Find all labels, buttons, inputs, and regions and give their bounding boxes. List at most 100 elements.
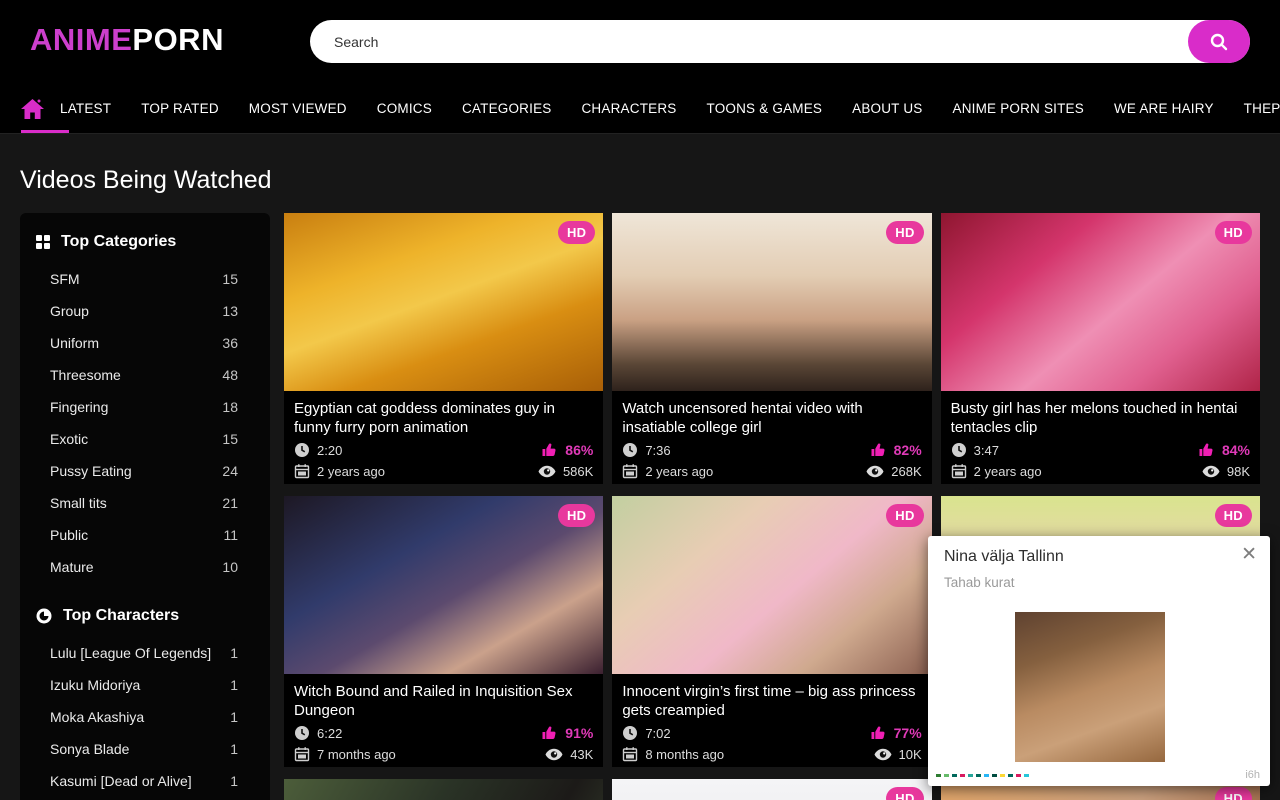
video-duration: 3:47 — [974, 443, 999, 458]
search-button[interactable] — [1188, 20, 1250, 63]
eye-icon — [866, 465, 884, 478]
category-item[interactable]: SFM15 — [36, 263, 254, 295]
video-age: 2 years ago — [645, 464, 713, 479]
category-count: 48 — [222, 367, 254, 383]
character-count: 1 — [230, 677, 254, 693]
hd-badge: HD — [886, 504, 923, 527]
video-thumbnail[interactable]: HD — [612, 213, 931, 391]
video-likes: 82% — [894, 442, 922, 458]
category-count: 15 — [222, 431, 254, 447]
search-input[interactable] — [310, 20, 1250, 63]
video-card[interactable]: HD Witch Bound and Railed in Inquisition… — [284, 496, 603, 767]
video-title[interactable]: Egyptian cat goddess dominates guy in fu… — [294, 399, 593, 437]
video-card[interactable]: HD Innocent virgin’s first time – big as… — [612, 496, 931, 767]
nav-item-about-us[interactable]: ABOUT US — [837, 84, 937, 133]
category-item[interactable]: Fingering18 — [36, 391, 254, 423]
video-thumbnail[interactable]: HD — [612, 496, 931, 674]
nav-item-comics[interactable]: COMICS — [362, 84, 447, 133]
thumbs-up-icon — [541, 725, 558, 741]
video-title[interactable]: Innocent virgin’s first time – big ass p… — [622, 682, 921, 720]
search-form — [310, 20, 1250, 63]
search-icon — [1208, 31, 1230, 53]
calendar-icon — [951, 463, 967, 479]
character-icon — [36, 608, 52, 624]
category-count: 36 — [222, 335, 254, 351]
category-item[interactable]: Uniform36 — [36, 327, 254, 359]
character-item[interactable]: Moka Akashiya1 — [36, 701, 254, 733]
hd-badge: HD — [1215, 504, 1252, 527]
video-duration: 6:22 — [317, 726, 342, 741]
video-info: Witch Bound and Railed in Inquisition Se… — [284, 674, 603, 767]
category-item[interactable]: Mature10 — [36, 551, 254, 583]
hd-badge: HD — [558, 221, 595, 244]
nav-item-home[interactable] — [20, 84, 45, 133]
nav-item-we-are-hairy[interactable]: WE ARE HAIRY — [1099, 84, 1229, 133]
thumbs-up-icon — [870, 725, 887, 741]
calendar-icon — [622, 463, 638, 479]
hd-badge: HD — [1215, 221, 1252, 244]
video-card[interactable] — [284, 779, 603, 800]
category-item[interactable]: Pussy Eating24 — [36, 455, 254, 487]
category-count: 11 — [223, 527, 254, 543]
video-duration: 7:02 — [645, 726, 670, 741]
top-characters-title: Top Characters — [63, 607, 179, 625]
category-item[interactable]: Exotic15 — [36, 423, 254, 455]
video-thumbnail[interactable]: HD — [284, 496, 603, 674]
nav-item-categories[interactable]: CATEGORIES — [447, 84, 567, 133]
site-header: ANIMEPORN — [0, 0, 1280, 84]
top-characters-list: Lulu [League Of Legends]1 Izuku Midoriya… — [36, 637, 254, 797]
category-item[interactable]: Group13 — [36, 295, 254, 327]
character-item[interactable]: Kasumi [Dead or Alive]1 — [36, 765, 254, 797]
video-thumbnail[interactable]: HD — [612, 779, 931, 800]
category-item[interactable]: Threesome48 — [36, 359, 254, 391]
main-nav: LATEST TOP RATED MOST VIEWED COMICS CATE… — [0, 84, 1280, 134]
character-item[interactable]: Izuku Midoriya1 — [36, 669, 254, 701]
clock-icon — [294, 442, 310, 458]
video-views: 98K — [1227, 464, 1250, 479]
ad-progress-dashes — [936, 774, 1029, 777]
nav-item-top-rated[interactable]: TOP RATED — [126, 84, 234, 133]
thumbs-up-icon — [541, 442, 558, 458]
video-views: 268K — [891, 464, 921, 479]
video-thumbnail[interactable]: HD — [284, 213, 603, 391]
video-card[interactable]: HD Busty girl has her melons touched in … — [941, 213, 1260, 484]
site-logo[interactable]: ANIMEPORN — [30, 22, 224, 58]
video-likes: 91% — [565, 725, 593, 741]
nav-item-theporndude[interactable]: THEPORNDUDE — [1229, 84, 1280, 133]
eye-icon — [538, 465, 556, 478]
hd-badge: HD — [1215, 787, 1252, 800]
nav-item-toons-games[interactable]: TOONS & GAMES — [692, 84, 838, 133]
eye-icon — [874, 748, 892, 761]
video-title[interactable]: Witch Bound and Railed in Inquisition Se… — [294, 682, 593, 720]
video-thumbnail[interactable] — [284, 779, 603, 800]
video-age: 7 months ago — [317, 747, 396, 762]
video-views: 10K — [899, 747, 922, 762]
video-title[interactable]: Busty girl has her melons touched in hen… — [951, 399, 1250, 437]
nav-item-characters[interactable]: CHARACTERS — [566, 84, 691, 133]
character-count: 1 — [230, 709, 254, 725]
hd-badge: HD — [558, 504, 595, 527]
nav-item-anime-porn-sites[interactable]: ANIME PORN SITES — [938, 84, 1099, 133]
home-icon — [20, 98, 45, 120]
character-item[interactable]: Lulu [League Of Legends]1 — [36, 637, 254, 669]
video-thumbnail[interactable]: HD — [941, 213, 1260, 391]
clock-icon — [622, 442, 638, 458]
ad-photo[interactable] — [1015, 612, 1165, 762]
nav-item-most-viewed[interactable]: MOST VIEWED — [234, 84, 362, 133]
category-item[interactable]: Public11 — [36, 519, 254, 551]
character-item[interactable]: Sonya Blade1 — [36, 733, 254, 765]
video-title[interactable]: Watch uncensored hentai video with insat… — [622, 399, 921, 437]
thumbs-up-icon — [870, 442, 887, 458]
category-count: 15 — [222, 271, 254, 287]
video-card[interactable]: HD Egyptian cat goddess dominates guy in… — [284, 213, 603, 484]
nav-item-latest[interactable]: LATEST — [45, 84, 126, 133]
video-card[interactable]: HD — [612, 779, 931, 800]
clock-icon — [951, 442, 967, 458]
close-icon[interactable]: ✕ — [1237, 541, 1261, 568]
category-item[interactable]: Small tits21 — [36, 487, 254, 519]
video-card[interactable]: HD Watch uncensored hentai video with in… — [612, 213, 931, 484]
page-title: Videos Being Watched — [20, 166, 1260, 195]
video-duration: 2:20 — [317, 443, 342, 458]
video-info: Egyptian cat goddess dominates guy in fu… — [284, 391, 603, 484]
category-count: 24 — [222, 463, 254, 479]
